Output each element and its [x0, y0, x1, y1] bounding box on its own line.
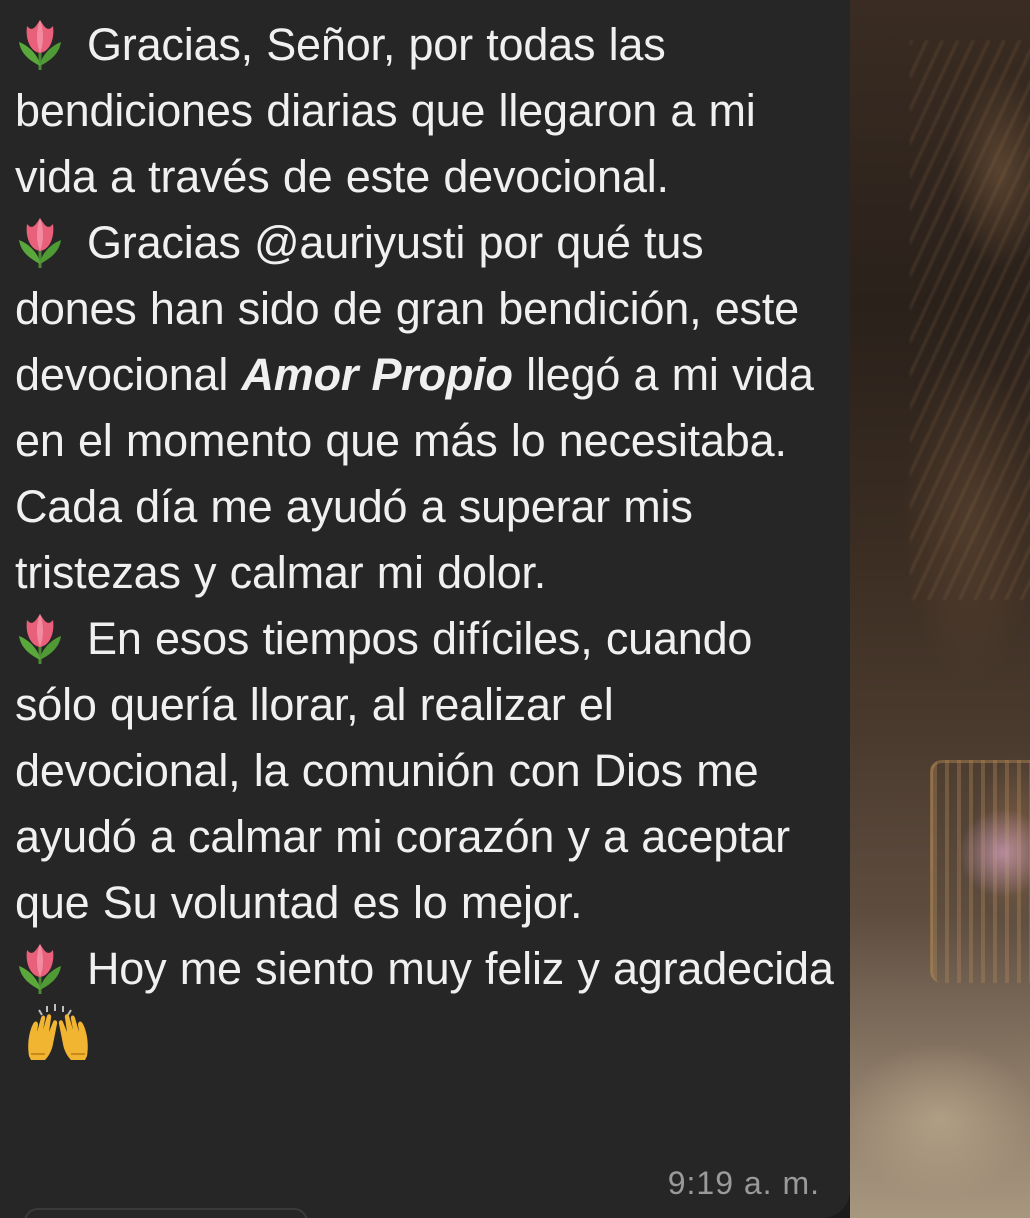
- chat-screen: Gracias, Señor, por todas las bendicione…: [0, 0, 1030, 1218]
- message-paragraph-3: En esos tiempos difíciles, cuando sólo q…: [15, 606, 835, 936]
- tulip-icon: [15, 16, 65, 70]
- message-timestamp: 9:19 a. m.: [667, 1165, 820, 1201]
- tulip-icon: [15, 610, 65, 664]
- message-paragraph-4: Hoy me siento muy feliz y agradecida: [15, 936, 835, 1068]
- reaction-pill[interactable]: [24, 1208, 308, 1218]
- raised-hands-icon: [25, 1004, 91, 1062]
- message-paragraph-2: Gracias @auriyusti por qué tus dones han…: [15, 210, 835, 606]
- message-bubble[interactable]: Gracias, Señor, por todas las bendicione…: [0, 0, 850, 1218]
- chat-wallpaper: [850, 0, 1030, 1218]
- tulip-icon: [15, 940, 65, 994]
- message-text: Gracias, Señor, por todas las bendicione…: [15, 12, 835, 1068]
- message-paragraph-1: Gracias, Señor, por todas las bendicione…: [15, 12, 835, 210]
- wallpaper-lantern-detail: [930, 760, 1030, 983]
- tulip-icon: [15, 214, 65, 268]
- wallpaper-wicker-detail: [910, 40, 1030, 600]
- devotional-title: Amor Propio: [241, 349, 513, 400]
